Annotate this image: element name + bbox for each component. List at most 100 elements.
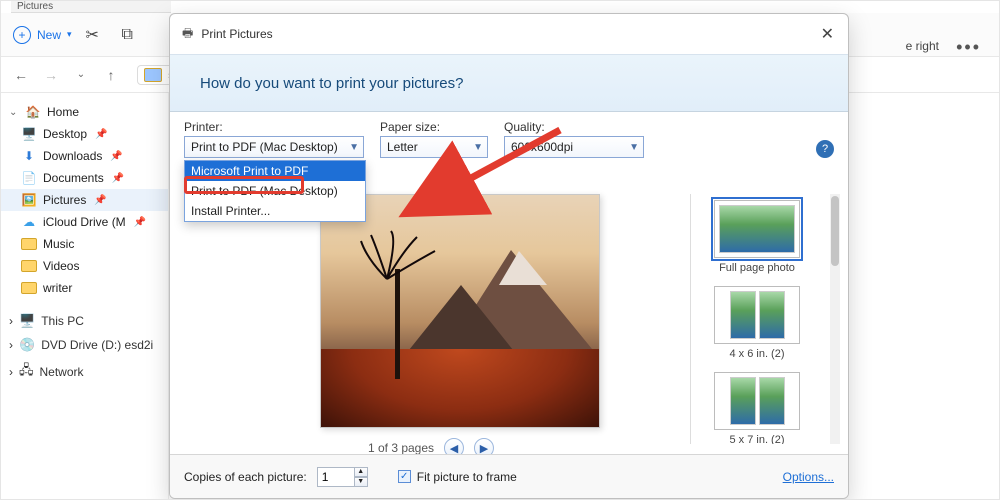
pin-icon: 📌 (110, 151, 122, 162)
sidebar-item-icloud[interactable]: ☁ iCloud Drive (M 📌 (1, 211, 168, 233)
sidebar-item-writer[interactable]: writer (1, 277, 168, 299)
folder-icon (21, 282, 37, 294)
print-preview-image (320, 194, 600, 428)
options-link[interactable]: Options... (783, 470, 834, 484)
copies-down-button[interactable]: ▼ (354, 477, 368, 487)
tree-label: DVD Drive (D:) esd2i (41, 338, 153, 352)
pin-icon: 📌 (94, 195, 106, 206)
dialog-footer: Copies of each picture: ▲▼ ✓ Fit picture… (170, 454, 848, 498)
close-button[interactable]: ✕ (821, 24, 834, 44)
copies-label: Copies of each picture: (184, 470, 307, 484)
layout-thumb-icon (759, 291, 785, 339)
layout-option-5x7[interactable]: 5 x 7 in. (2) (701, 372, 813, 444)
chevron-right-icon: › (9, 314, 13, 328)
paper-size-value: Letter (387, 140, 418, 154)
layout-option-full-page[interactable]: Full page photo (701, 200, 813, 274)
downloads-icon: ⬇ (21, 149, 37, 163)
tree-label: This PC (41, 314, 84, 328)
tree-label: iCloud Drive (M (43, 215, 126, 229)
videos-icon (21, 260, 37, 272)
printer-icon: 🖶 (182, 24, 193, 45)
annotation-highlight-box (184, 176, 304, 194)
home-icon: 🏠 (25, 105, 41, 119)
layout-label: Full page photo (701, 262, 813, 274)
scrollbar-thumb[interactable] (831, 196, 839, 266)
new-button-label: New (37, 28, 61, 42)
plus-icon: + (13, 26, 31, 44)
page-text: 1 of 3 pages (368, 441, 434, 455)
tree-label: Desktop (43, 127, 87, 141)
layout-list: Full page photo 4 x 6 in. (2) 5 x 7 in. … (690, 194, 840, 444)
tree-label: Videos (43, 259, 79, 273)
printer-select[interactable]: Print to PDF (Mac Desktop) ▼ (184, 136, 364, 158)
picture-folder-icon (144, 68, 162, 82)
checkbox-checked-icon: ✓ (398, 470, 411, 483)
tree-label: Documents (43, 171, 104, 185)
up-button[interactable]: ↑ (101, 67, 121, 83)
dialog-heading-band: How do you want to print your pictures? (170, 54, 848, 112)
annotation-arrow (450, 124, 570, 207)
music-icon (21, 238, 37, 250)
layout-scrollbar[interactable] (830, 194, 840, 444)
sidebar-group-network[interactable]: ›🖧Network (1, 357, 168, 387)
pin-icon: 📌 (134, 217, 146, 228)
tree-label: Network (40, 365, 84, 379)
pin-icon: 📌 (95, 129, 107, 140)
print-preview-area: 1 of 3 pages ◀ ▶ (184, 194, 678, 444)
disc-icon: 💿 (19, 337, 35, 353)
copies-input[interactable] (317, 467, 355, 487)
forward-button[interactable]: → (41, 67, 61, 83)
sidebar-item-documents[interactable]: 📄 Documents 📌 (1, 167, 168, 189)
chevron-down-icon: ▾ (67, 29, 72, 40)
back-button[interactable]: ← (11, 67, 31, 83)
copy-icon[interactable]: ⧉ (122, 26, 144, 44)
icloud-icon: ☁ (21, 215, 37, 229)
copies-spinner: ▲▼ (317, 467, 368, 487)
chevron-down-icon[interactable]: ⌄ (71, 69, 91, 80)
fit-to-frame-checkbox[interactable]: ✓ Fit picture to frame (398, 470, 517, 484)
explorer-tab[interactable]: Pictures (11, 1, 171, 13)
layout-thumb-icon (730, 377, 756, 425)
print-pictures-dialog: 🖶 Print Pictures ✕ How do you want to pr… (169, 13, 849, 499)
tree-label: writer (43, 281, 72, 295)
network-icon: 🖧 (19, 361, 34, 383)
tree-label: Home (47, 105, 79, 119)
layout-option-4x6[interactable]: 4 x 6 in. (2) (701, 286, 813, 360)
help-icon[interactable]: ? (816, 140, 834, 158)
printer-label: Printer: (184, 120, 364, 134)
tree-label: Music (43, 237, 74, 251)
sidebar-group-thispc[interactable]: › 🖥️ This PC (1, 309, 168, 333)
chevron-down-icon: ⌄ (9, 107, 19, 118)
copies-up-button[interactable]: ▲ (354, 467, 368, 477)
dialog-titlebar: 🖶 Print Pictures ✕ (170, 14, 848, 54)
layout-label: 4 x 6 in. (2) (701, 348, 813, 360)
fit-to-frame-label: Fit picture to frame (417, 470, 517, 484)
layout-thumb-icon (730, 291, 756, 339)
layout-thumb-icon (719, 205, 795, 253)
printer-select-value: Print to PDF (Mac Desktop) (191, 140, 338, 154)
chevron-right-icon: › (9, 338, 13, 352)
monitor-icon: 🖥️ (19, 313, 35, 329)
pictures-icon: 🖼️ (21, 193, 37, 207)
sidebar-item-music[interactable]: Music (1, 233, 168, 255)
chevron-down-icon: ▼ (349, 142, 359, 153)
documents-icon: 📄 (21, 171, 37, 185)
sidebar-group-dvd[interactable]: › 💿 DVD Drive (D:) esd2i (1, 333, 168, 357)
layout-thumb-icon (759, 377, 785, 425)
tree-home[interactable]: ⌄ 🏠 Home (1, 101, 168, 123)
tree-label: Pictures (43, 193, 86, 207)
dialog-title: Print Pictures (201, 27, 272, 41)
truncated-text: e right (906, 39, 939, 53)
cut-icon[interactable]: ✂ (86, 25, 108, 45)
sidebar-item-downloads[interactable]: ⬇ Downloads 📌 (1, 145, 168, 167)
new-button[interactable]: + New ▾ (13, 26, 72, 44)
sidebar-item-desktop[interactable]: 🖥️ Desktop 📌 (1, 123, 168, 145)
tree-label: Downloads (43, 149, 102, 163)
pin-icon: 📌 (112, 173, 124, 184)
sidebar-item-videos[interactable]: Videos (1, 255, 168, 277)
sidebar-item-pictures[interactable]: 🖼️ Pictures 📌 (1, 189, 168, 211)
desktop-icon: 🖥️ (21, 127, 37, 141)
layout-label: 5 x 7 in. (2) (701, 434, 813, 444)
printer-option-install[interactable]: Install Printer... (185, 201, 365, 221)
more-button[interactable]: ••• (956, 37, 981, 58)
